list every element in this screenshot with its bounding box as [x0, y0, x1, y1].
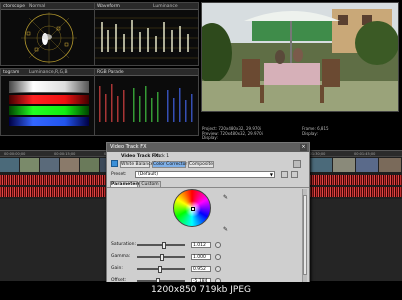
gamma-label: Gamma: [111, 254, 131, 259]
gamma-row: Gamma: 1.000 [107, 253, 309, 261]
reset-icon[interactable] [215, 254, 221, 260]
preset-label: Preset: [111, 172, 127, 177]
color-wheel[interactable] [173, 189, 211, 227]
transport-controls: ● ↺ ▷ ▶ ❚❚ ■ ⏮ ⏭ [262, 116, 342, 240]
tab-strip: Parameters Custom [107, 181, 309, 188]
histogram-green [9, 106, 89, 115]
video-track-fx-dialog: Video Track FX × Video Track FX: Track 1… [106, 142, 310, 292]
vectorscope-panel: ctorscope Normal [0, 2, 96, 66]
clip-thumbnail [40, 158, 60, 172]
vectorscope-title: ctorscope [3, 4, 26, 9]
gain-label: Gain: [111, 266, 123, 271]
saturation-row: Saturation: 1.012 [107, 241, 309, 249]
vectorscope-mode: Normal [29, 4, 46, 9]
rgb-parade-graph [99, 84, 193, 122]
close-icon[interactable]: × [300, 144, 307, 151]
gain-row: Gain: 0.952 [107, 265, 309, 273]
preview-image [202, 3, 398, 111]
delete-preset-icon[interactable] [291, 171, 298, 178]
gamma-slider[interactable] [137, 254, 185, 261]
clip-thumbnail [80, 158, 100, 172]
reset-icon[interactable] [215, 242, 221, 248]
preset-value: (Default) [138, 172, 158, 177]
clip-thumbnail [356, 158, 379, 172]
slider-thumb[interactable] [162, 242, 166, 249]
histogram-title: togram [3, 70, 20, 75]
timecode: 00:01:45;00 [354, 152, 376, 156]
viewer-info-right: Frame: 6,815 Display: [302, 126, 392, 139]
slider-thumb[interactable] [158, 266, 162, 273]
saturation-slider[interactable] [137, 242, 185, 249]
clip-thumbnail [379, 158, 402, 172]
dialog-scrollbar[interactable] [302, 189, 307, 289]
clip-thumbnail [310, 158, 333, 172]
clip-thumbnail [333, 158, 356, 172]
timecode: 00:00:15;00 [54, 152, 76, 156]
highlight-eyedropper-icon[interactable]: ✎ [223, 195, 229, 201]
saturation-label: Saturation: [111, 242, 136, 247]
histogram-panel: togram Luminance,R,G,B [0, 68, 96, 136]
fx-path-track: Track 1 [153, 154, 170, 159]
image-caption: 1200x850 719kb JPEG [151, 285, 251, 295]
viewer-info-row: Display: [302, 130, 318, 136]
tab-parameters[interactable]: Parameters [110, 181, 140, 188]
rgb-parade-title: RGB Parade [97, 70, 124, 75]
chain-composite[interactable]: Composite [188, 161, 214, 168]
reset-icon[interactable] [215, 266, 221, 272]
timecode: 00:00:00;00 [4, 152, 26, 156]
saturation-value[interactable]: 1.012 [191, 242, 211, 248]
slider-thumb[interactable] [160, 254, 164, 261]
histogram-luma [9, 81, 89, 93]
scrollbar-thumb[interactable] [303, 195, 307, 275]
dialog-title: Video Track FX [107, 143, 309, 152]
chain-color-corrector[interactable]: Color Corrector [152, 161, 187, 168]
clip-thumbnail [0, 158, 20, 172]
rgb-parade-panel: RGB Parade [94, 68, 199, 136]
vectorscope-graph [21, 12, 77, 64]
histogram-mode: Luminance,R,G,B [29, 70, 68, 75]
waveform-graph [95, 17, 198, 59]
gain-value[interactable]: 0.952 [191, 266, 211, 272]
viewer-info-row: Display: [202, 135, 218, 141]
waveform-mode: Luminance [153, 4, 178, 9]
shadow-eyedropper-icon[interactable]: ✎ [223, 227, 229, 233]
save-preset-icon[interactable] [281, 171, 288, 178]
gain-slider[interactable] [137, 266, 185, 273]
plugin-chain-icon[interactable] [111, 160, 118, 167]
histogram-blue [9, 117, 89, 126]
color-wheel-marker[interactable] [191, 207, 195, 211]
gamma-value[interactable]: 1.000 [191, 254, 211, 260]
preset-dropdown[interactable]: (Default) ▼ [135, 171, 275, 178]
tab-custom[interactable]: Custom [139, 181, 161, 188]
histogram-red [9, 95, 89, 104]
waveform-panel: Waveform Luminance [94, 2, 199, 66]
clip-thumbnail [20, 158, 40, 172]
chevron-down-icon: ▼ [269, 172, 273, 177]
clip-thumbnail [60, 158, 80, 172]
chain-options-icon[interactable] [293, 160, 301, 168]
waveform-title: Waveform [97, 4, 120, 9]
video-preview[interactable] [201, 2, 399, 112]
chain-white-balance[interactable]: White Balance [120, 161, 153, 168]
